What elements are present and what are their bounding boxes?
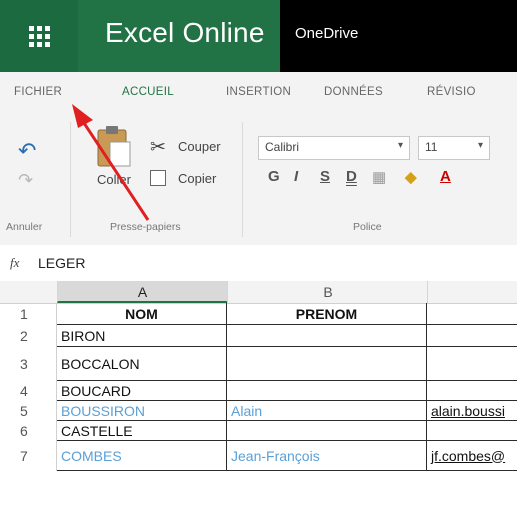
tab-fichier[interactable]: FICHIER [14,86,62,98]
font-name-dropdown[interactable]: Calibri ▾ [258,136,410,160]
select-all-corner[interactable] [0,281,57,303]
table-row: 3 BOCCALON [0,347,517,381]
tab-donnees[interactable]: DONNÉES [324,86,383,98]
table-row: 6 CASTELLE [0,421,517,441]
row-number[interactable]: 4 [0,381,57,401]
ribbon-separator [242,122,243,237]
column-header-c[interactable] [427,281,517,303]
cell-a6[interactable]: CASTELLE [57,421,227,441]
borders-icon[interactable]: ▦ [372,168,386,186]
cell-a1[interactable]: NOM [57,303,227,325]
tab-revision[interactable]: RÉVISIO [427,86,476,98]
chevron-down-icon: ▾ [477,140,483,151]
ribbon-separator [70,122,71,237]
spreadsheet-grid: A B 1 NOM PRENOM 2 BIRON 3 BOCCALON 4 BO… [0,281,517,518]
bold-button[interactable]: G [268,168,280,185]
font-size-dropdown[interactable]: 11 ▾ [418,136,490,160]
cell-a2[interactable]: BIRON [57,325,227,347]
app-title-bar: Excel Online OneDrive [0,0,517,72]
paste-button[interactable]: Coller [97,172,131,187]
cell-c6[interactable] [427,421,517,441]
table-row: 2 BIRON [0,325,517,347]
table-row: 1 NOM PRENOM [0,303,517,325]
column-header-b[interactable]: B [227,281,428,303]
onedrive-link[interactable]: OneDrive [295,25,358,42]
ribbon: ↶ ↷ Annuler Coller ✂ Couper Copier Press… [0,114,517,246]
row-number[interactable]: 3 [0,347,57,381]
cut-button[interactable]: Couper [178,139,221,154]
cell-a4[interactable]: BOUCARD [57,381,227,401]
tab-accueil[interactable]: ACCUEIL [122,86,174,98]
italic-button[interactable]: I [294,168,298,185]
copy-icon[interactable] [150,170,166,186]
table-row: 7 COMBES Jean-François jf.combes@ [0,441,517,471]
app-title[interactable]: Excel Online [105,17,265,49]
table-row: 4 BOUCARD [0,381,517,401]
copy-button[interactable]: Copier [178,171,216,186]
row-number[interactable]: 7 [0,441,57,471]
cell-b3[interactable] [227,347,427,381]
waffle-icon [28,25,50,47]
row-number[interactable]: 1 [0,303,57,325]
underline-button[interactable]: S [320,168,330,185]
fill-color-icon[interactable]: ◆ [405,168,417,186]
app-launcher-button[interactable] [0,0,78,72]
font-color-button[interactable]: A [440,168,451,185]
tab-insertion[interactable]: INSERTION [226,86,291,98]
redo-icon[interactable]: ↷ [18,170,33,191]
column-header-a[interactable]: A [57,281,227,303]
font-name-value: Calibri [265,140,300,154]
cell-c2[interactable] [427,325,517,347]
row-number[interactable]: 2 [0,325,57,347]
ribbon-tabs: FICHIER ACCUEIL INSERTION DONNÉES RÉVISI… [0,72,517,114]
clipboard-group-label: Presse-papiers [110,221,181,233]
cell-c3[interactable] [427,347,517,381]
paste-icon[interactable] [95,124,131,168]
cell-b4[interactable] [227,381,427,401]
cell-b6[interactable] [227,421,427,441]
cell-c4[interactable] [427,381,517,401]
cell-c1[interactable] [427,303,517,325]
table-row: 5 BOUSSIRON Alain alain.boussi [0,401,517,421]
cell-a3[interactable]: BOCCALON [57,347,227,381]
double-underline-button[interactable]: D [346,168,357,185]
chevron-down-icon: ▾ [397,140,403,151]
row-number[interactable]: 6 [0,421,57,441]
formula-bar: fx LEGER [0,245,517,282]
onedrive-area: OneDrive [280,0,517,72]
cell-a7[interactable]: COMBES [57,441,227,471]
fx-icon[interactable]: fx [10,255,19,271]
cell-a5[interactable]: BOUSSIRON [57,401,227,421]
cell-b7[interactable]: Jean-François [227,441,427,471]
cell-b2[interactable] [227,325,427,347]
formula-input[interactable]: LEGER [38,255,85,271]
font-group-label: Police [353,221,382,233]
font-size-value: 11 [425,140,438,154]
cell-b5[interactable]: Alain [227,401,427,421]
undo-icon[interactable]: ↶ [18,138,36,164]
row-number[interactable]: 5 [0,401,57,421]
column-header-row: A B [0,281,517,304]
cell-c5[interactable]: alain.boussi [427,401,517,421]
cell-c7[interactable]: jf.combes@ [427,441,517,471]
cell-b1[interactable]: PRENOM [227,303,427,325]
scissors-icon[interactable]: ✂ [150,136,166,159]
undo-group-label: Annuler [6,221,43,233]
